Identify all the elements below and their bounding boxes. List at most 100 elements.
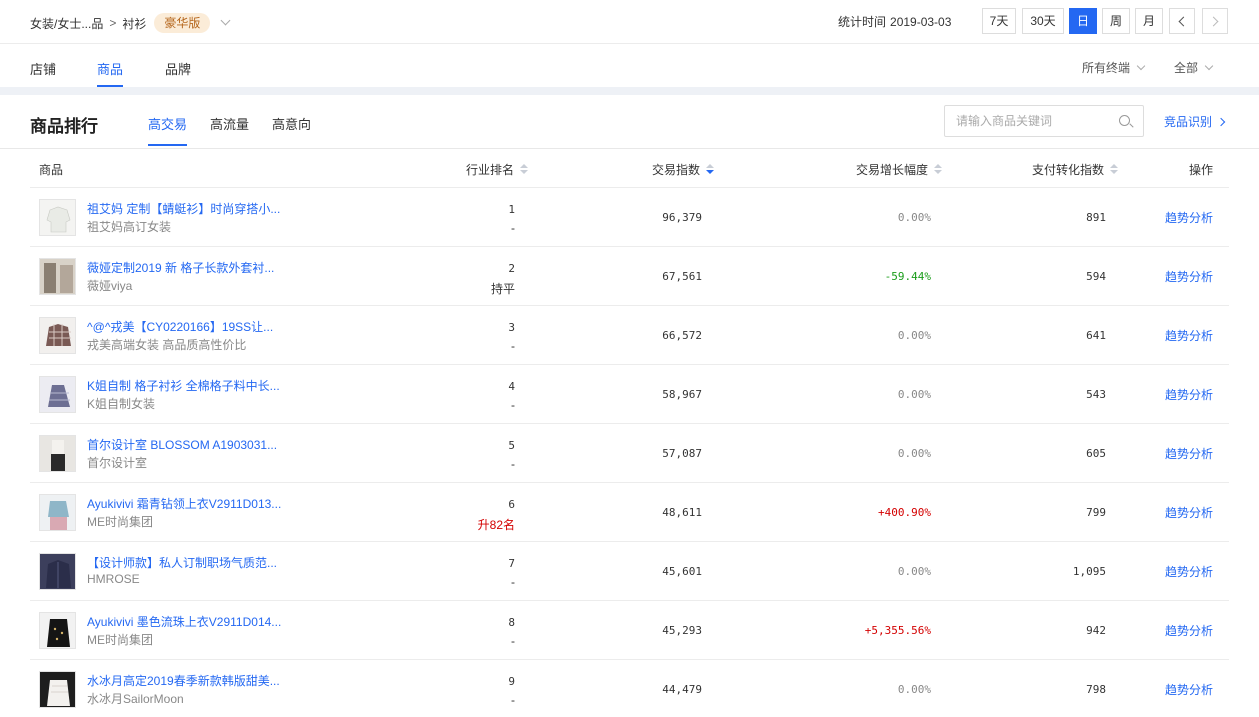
table-body: 祖艾妈 定制【蜻蜓衫】时尚穿搭小... 祖艾妈高订女装 1 - 96,379 0…: [30, 188, 1229, 717]
tab-brand[interactable]: 品牌: [165, 59, 191, 78]
trend-analysis-link[interactable]: 趋势分析: [1165, 209, 1213, 226]
table-row: 首尔设计室 BLOSSOM A1903031... 首尔设计室 5 - 57,0…: [30, 424, 1229, 483]
product-thumbnail[interactable]: [39, 494, 76, 531]
product-thumbnail[interactable]: [39, 376, 76, 413]
trade-index: 58,967: [662, 388, 702, 401]
column-growth[interactable]: 交易增长幅度: [856, 161, 943, 178]
breadcrumb-separator: >: [109, 16, 117, 30]
scope-filter-label: 全部: [1174, 61, 1199, 75]
subtab-high-intent[interactable]: 高意向: [272, 114, 311, 133]
period-day-button[interactable]: 日: [1069, 8, 1097, 34]
breadcrumb-subcategory[interactable]: 衬衫: [122, 15, 146, 32]
trade-growth: 0.00%: [897, 447, 931, 460]
trend-analysis-link[interactable]: 趋势分析: [1165, 445, 1213, 462]
tab-shop[interactable]: 店铺: [30, 59, 56, 78]
table-row: 祖艾妈 定制【蜻蜓衫】时尚穿搭小... 祖艾妈高订女装 1 - 96,379 0…: [30, 188, 1229, 247]
trend-analysis-link[interactable]: 趋势分析: [1165, 563, 1213, 580]
next-date-button[interactable]: [1202, 8, 1228, 34]
column-trade-index[interactable]: 交易指数: [652, 161, 715, 178]
product-thumbnail[interactable]: [39, 553, 76, 590]
trade-index: 45,601: [662, 565, 702, 578]
trend-analysis-link[interactable]: 趋势分析: [1165, 681, 1213, 698]
rank-change: -: [511, 634, 515, 648]
conversion-index: 891: [1086, 211, 1106, 224]
trend-analysis-link[interactable]: 趋势分析: [1165, 386, 1213, 403]
stat-time-value: 2019-03-03: [890, 15, 952, 29]
breadcrumb-category[interactable]: 女装/女士...品: [30, 15, 103, 32]
sort-icon: [520, 164, 529, 176]
column-rank-label: 行业排名: [466, 163, 515, 177]
shop-name: 戎美高端女装 高品质高性价比: [87, 338, 247, 352]
table-row: K姐自制 格子衬衫 全棉格子料中长... K姐自制女装 4 - 58,967 0…: [30, 365, 1229, 424]
table-row: 水冰月高定2019春季新款韩版甜美... 水冰月SailorMoon 9 - 4…: [30, 660, 1229, 717]
terminal-filter[interactable]: 所有终端: [1082, 59, 1146, 76]
product-name-link[interactable]: Ayukivivi 霜青钻领上衣V2911D013...: [87, 495, 281, 512]
rank-change: -: [511, 457, 515, 471]
sort-desc-icon: [706, 164, 715, 176]
rank-change: 升82名: [477, 518, 515, 532]
shop-name: 薇娅viya: [87, 279, 133, 293]
product-thumbnail[interactable]: [39, 199, 76, 236]
trade-index: 96,379: [662, 211, 702, 224]
period-7d-button[interactable]: 7天: [982, 8, 1016, 34]
product-thumbnail[interactable]: [39, 612, 76, 649]
shop-name: HMROSE: [87, 572, 140, 586]
product-thumbnail[interactable]: [39, 258, 76, 295]
competitor-link[interactable]: 竞品识别: [1164, 113, 1226, 130]
chevron-down-icon[interactable]: [220, 15, 231, 25]
rank-number: 8: [508, 616, 515, 629]
product-thumbnail[interactable]: [39, 435, 76, 472]
trend-analysis-link[interactable]: 趋势分析: [1165, 622, 1213, 639]
conversion-index: 798: [1086, 683, 1106, 696]
product-name-link[interactable]: 祖艾妈 定制【蜻蜓衫】时尚穿搭小...: [87, 200, 280, 217]
search-input[interactable]: [944, 105, 1144, 137]
trade-index: 67,561: [662, 270, 702, 283]
period-month-button[interactable]: 月: [1135, 8, 1163, 34]
column-conversion[interactable]: 支付转化指数: [1032, 161, 1119, 178]
chevron-down-icon: [1204, 61, 1214, 71]
product-name-link[interactable]: 【设计师款】私人订制职场气质范...: [87, 554, 277, 571]
trade-growth: 0.00%: [897, 329, 931, 342]
table-row: 【设计师款】私人订制职场气质范... HMROSE 7 - 45,601 0.0…: [30, 542, 1229, 601]
search-icon[interactable]: [1119, 115, 1130, 126]
table-row: Ayukivivi 墨色流珠上衣V2911D014... ME时尚集团 8 - …: [30, 601, 1229, 660]
trend-analysis-link[interactable]: 趋势分析: [1165, 504, 1213, 521]
top-bar: 女装/女士...品 > 衬衫 豪华版 统计时间 2019-03-03 7天 30天…: [0, 0, 1259, 44]
rank-change: 持平: [490, 282, 515, 296]
product-name-link[interactable]: ^@^戎美【CY0220166】19SS让...: [87, 318, 273, 335]
product-thumbnail[interactable]: [39, 671, 76, 708]
table-row: Ayukivivi 霜青钻领上衣V2911D013... ME时尚集团 6 升8…: [30, 483, 1229, 542]
period-30d-button[interactable]: 30天: [1022, 8, 1064, 34]
subtab-high-traffic[interactable]: 高流量: [210, 114, 249, 133]
product-name-link[interactable]: 首尔设计室 BLOSSOM A1903031...: [87, 436, 277, 453]
conversion-index: 605: [1086, 447, 1106, 460]
column-growth-label: 交易增长幅度: [856, 163, 929, 177]
conversion-index: 942: [1086, 624, 1106, 637]
product-thumbnail[interactable]: [39, 317, 76, 354]
trend-analysis-link[interactable]: 趋势分析: [1165, 268, 1213, 285]
chevron-right-icon: [1208, 16, 1219, 27]
shop-name: K姐自制女装: [87, 397, 156, 411]
rank-number: 1: [508, 203, 515, 216]
column-action: 操作: [1189, 163, 1214, 177]
trade-growth: 0.00%: [897, 683, 931, 696]
conversion-index: 641: [1086, 329, 1106, 342]
trade-growth: 0.00%: [897, 211, 931, 224]
product-name-link[interactable]: 水冰月高定2019春季新款韩版甜美...: [87, 672, 280, 689]
trade-growth: +400.90%: [878, 506, 931, 519]
tab-product[interactable]: 商品: [97, 59, 124, 87]
product-name-link[interactable]: Ayukivivi 墨色流珠上衣V2911D014...: [87, 613, 281, 630]
stat-time-label: 统计时间: [838, 15, 887, 29]
scope-filter[interactable]: 全部: [1174, 59, 1214, 76]
prev-date-button[interactable]: [1169, 8, 1195, 34]
shop-name: 首尔设计室: [87, 456, 148, 470]
column-rank[interactable]: 行业排名: [466, 161, 529, 178]
main-tabs: 店铺 商品 品牌 所有终端 全部: [0, 45, 1259, 87]
period-week-button[interactable]: 周: [1102, 8, 1130, 34]
section-divider: [0, 87, 1259, 95]
product-name-link[interactable]: K姐自制 格子衬衫 全棉格子料中长...: [87, 377, 280, 394]
product-name-link[interactable]: 薇娅定制2019 新 格子长款外套衬...: [87, 259, 274, 276]
trend-analysis-link[interactable]: 趋势分析: [1165, 327, 1213, 344]
rank-change: -: [511, 339, 515, 353]
subtab-high-trade[interactable]: 高交易: [148, 114, 188, 146]
